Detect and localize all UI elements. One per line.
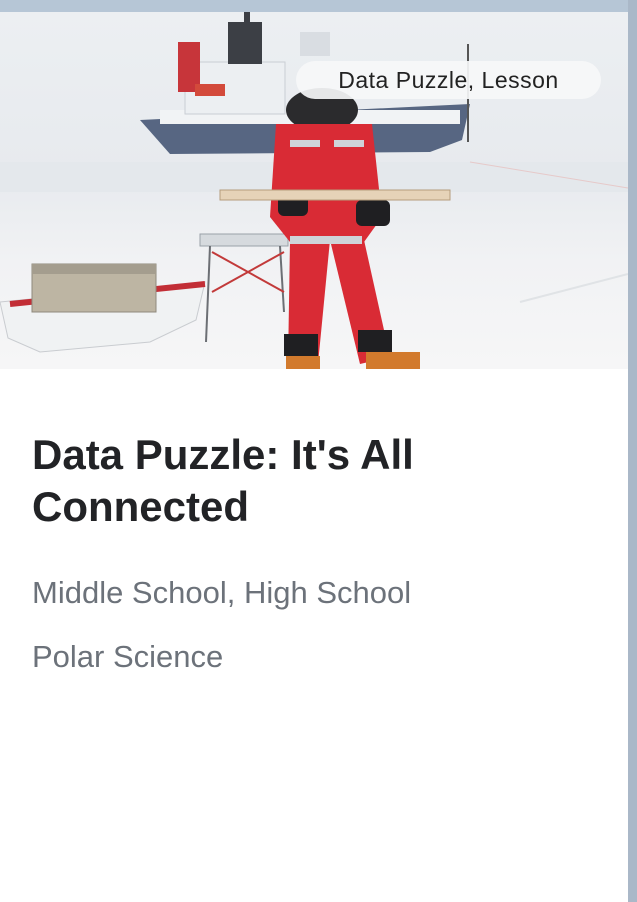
grade-levels: Middle School, High School xyxy=(32,575,412,610)
subject-label: Polar Science xyxy=(32,639,224,674)
window-frame-top xyxy=(0,0,637,12)
card-title[interactable]: Data Puzzle: It's All Connected xyxy=(32,369,572,533)
lesson-card[interactable]: Data Puzzle, Lesson Data Puzzle: It's Al… xyxy=(0,12,628,902)
card-photo: Data Puzzle, Lesson xyxy=(0,12,628,369)
resource-type-tag: Data Puzzle, Lesson xyxy=(296,61,601,99)
card-content: Data Puzzle: It's All Connected Middle S… xyxy=(0,369,628,675)
window-frame-right xyxy=(628,0,637,902)
